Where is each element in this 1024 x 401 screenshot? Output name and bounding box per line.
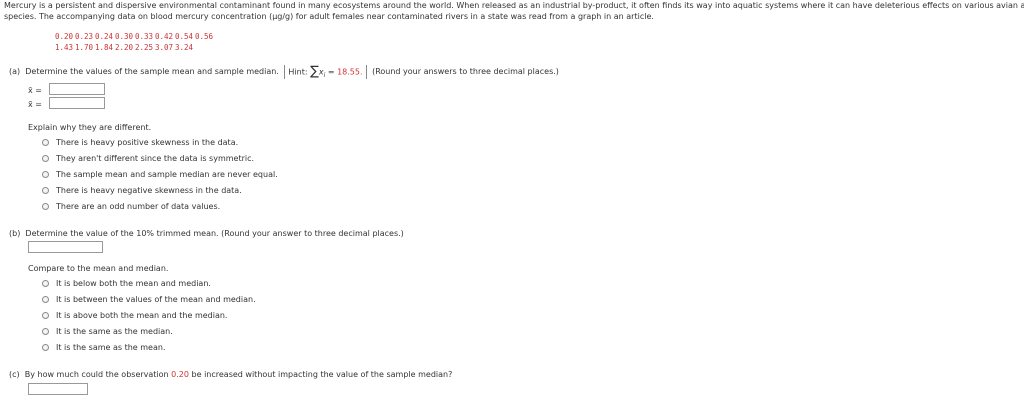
- round-note: (Round your answers to three decimal pla…: [372, 67, 559, 76]
- part-c-question-after: be increased without impacting the value…: [191, 370, 453, 379]
- part-a-prompt: (a) Determine the values of the sample m…: [9, 64, 559, 80]
- radio-button[interactable]: [42, 187, 49, 194]
- part-c-question-before: By how much could the observation: [24, 370, 169, 379]
- median-input[interactable]: [49, 97, 105, 109]
- option-label: It is below both the mean and median.: [56, 279, 211, 288]
- data-value: 1.43: [55, 43, 74, 52]
- part-b-option-4[interactable]: It is the same as the median.: [42, 327, 173, 336]
- data-value: 3.24: [175, 43, 194, 52]
- sigma-icon: ∑: [310, 63, 319, 79]
- part-b-prompt: (b) Determine the value of the 10% trimm…: [9, 229, 404, 238]
- part-a-option-3[interactable]: The sample mean and sample median are ne…: [42, 170, 278, 179]
- hint-label: Hint:: [288, 67, 308, 76]
- radio-button[interactable]: [42, 171, 49, 178]
- option-label: They aren't different since the data is …: [56, 154, 255, 163]
- radio-button[interactable]: [42, 203, 49, 210]
- part-b-option-5[interactable]: It is the same as the mean.: [42, 343, 166, 352]
- option-label: It is the same as the mean.: [56, 343, 166, 352]
- mean-label: x̄ =: [28, 86, 42, 95]
- median-symbol: x̃: [28, 100, 33, 109]
- radio-button[interactable]: [42, 344, 49, 351]
- part-b-option-3[interactable]: It is above both the mean and the median…: [42, 311, 227, 320]
- median-label: x̃ =: [28, 100, 42, 109]
- mean-eq: =: [35, 86, 42, 95]
- hint-box: Hint: ∑xi = 18.55.: [284, 63, 367, 79]
- radio-button[interactable]: [42, 280, 49, 287]
- part-b-label: (b): [9, 229, 21, 238]
- part-a-option-5[interactable]: There are an odd number of data values.: [42, 202, 220, 211]
- hint-sum-value: 18.55.: [337, 67, 363, 76]
- part-b-option-2[interactable]: It is between the values of the mean and…: [42, 295, 256, 304]
- compare-prompt: Compare to the mean and median.: [28, 264, 169, 273]
- data-value: 2.20: [115, 43, 134, 52]
- radio-button[interactable]: [42, 296, 49, 303]
- radio-button[interactable]: [42, 328, 49, 335]
- radio-button[interactable]: [42, 139, 49, 146]
- problem-intro-line2: species. The accompanying data on blood …: [4, 12, 654, 21]
- part-b-question: Determine the value of the 10% trimmed m…: [25, 229, 404, 238]
- part-c-prompt: (c) By how much could the observation 0.…: [9, 370, 452, 379]
- data-value: 0.24: [95, 32, 114, 41]
- part-b-option-1[interactable]: It is below both the mean and median.: [42, 279, 211, 288]
- hint-equals: =: [327, 67, 335, 76]
- data-value: 1.70: [75, 43, 94, 52]
- data-value: 0.56: [195, 32, 214, 41]
- part-a-question: Determine the values of the sample mean …: [25, 67, 279, 76]
- data-value: 0.23: [75, 32, 94, 41]
- option-label: It is the same as the median.: [56, 327, 173, 336]
- problem-intro-line1: Mercury is a persistent and dispersive e…: [4, 1, 1024, 10]
- part-c-label: (c): [9, 370, 20, 379]
- data-value: 3.07: [155, 43, 174, 52]
- part-a-option-4[interactable]: There is heavy negative skewness in the …: [42, 186, 242, 195]
- median-increase-input[interactable]: [28, 383, 88, 395]
- option-label: It is between the values of the mean and…: [56, 295, 256, 304]
- option-label: There are an odd number of data values.: [56, 202, 221, 211]
- trimmed-mean-input[interactable]: [28, 241, 103, 253]
- mean-symbol: x̄: [28, 86, 33, 95]
- option-label: The sample mean and sample median are ne…: [56, 170, 278, 179]
- part-a-label: (a): [9, 67, 21, 76]
- part-a-option-2[interactable]: They aren't different since the data is …: [42, 154, 254, 163]
- median-eq: =: [35, 100, 42, 109]
- data-value: 2.25: [135, 43, 154, 52]
- data-row-2: 1.43 1.70 1.84 2.20 2.25 3.07 3.24: [55, 43, 195, 52]
- radio-button[interactable]: [42, 312, 49, 319]
- explain-prompt: Explain why they are different.: [28, 123, 152, 132]
- data-row-1: 0.20 0.23 0.24 0.30 0.33 0.42 0.54 0.56: [55, 32, 215, 41]
- data-value: 0.42: [155, 32, 174, 41]
- option-label: There is heavy positive skewness in the …: [56, 138, 239, 147]
- data-value: 0.20: [55, 32, 74, 41]
- radio-button[interactable]: [42, 155, 49, 162]
- data-value: 0.30: [115, 32, 134, 41]
- data-value: 0.33: [135, 32, 154, 41]
- part-a-option-1[interactable]: There is heavy positive skewness in the …: [42, 138, 238, 147]
- data-value: 1.84: [95, 43, 114, 52]
- part-c-observation-value: 0.20: [171, 370, 189, 379]
- mean-input[interactable]: [49, 83, 105, 95]
- option-label: It is above both the mean and the median…: [56, 311, 228, 320]
- option-label: There is heavy negative skewness in the …: [56, 186, 242, 195]
- data-value: 0.54: [175, 32, 194, 41]
- hint-sum-sub: i: [323, 71, 326, 79]
